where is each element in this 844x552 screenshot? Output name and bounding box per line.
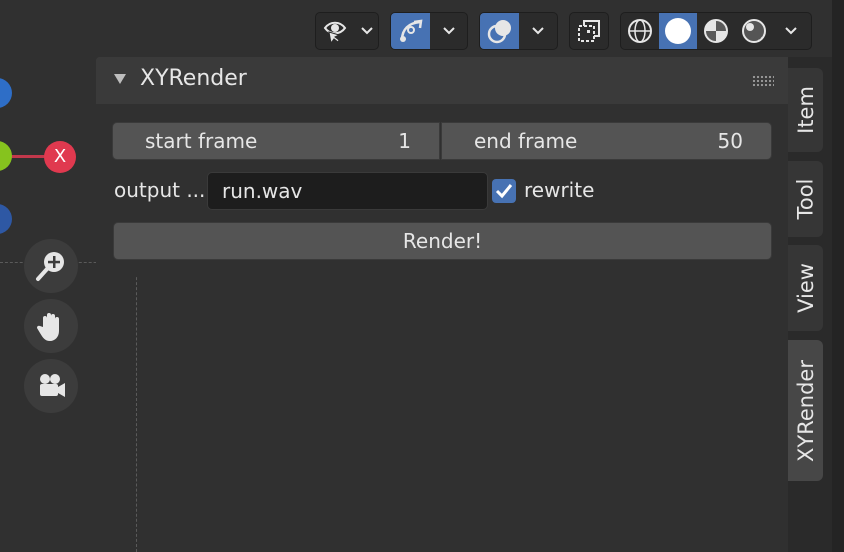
start-frame-field[interactable]: start frame 1 xyxy=(112,122,440,160)
region-edge xyxy=(832,0,844,552)
camera-frame-edge xyxy=(136,262,137,552)
camera-view-button[interactable] xyxy=(24,359,78,413)
overlay-toggle[interactable] xyxy=(479,12,558,50)
pan-button[interactable] xyxy=(24,299,78,353)
output-label: output ... xyxy=(114,178,206,202)
camera-icon xyxy=(40,374,65,397)
tab-xyrender[interactable]: XYRender xyxy=(788,340,823,481)
panel-header[interactable]: XYRender xyxy=(96,57,788,104)
material-preview-icon[interactable] xyxy=(697,13,735,49)
xray-icon xyxy=(578,20,600,42)
chevron-down-icon xyxy=(356,13,378,49)
gizmo-icon[interactable] xyxy=(391,13,430,49)
tab-tool[interactable]: Tool xyxy=(788,161,823,237)
render-button[interactable]: Render! xyxy=(113,222,772,260)
zoom-button[interactable] xyxy=(24,239,78,293)
drag-grip-icon[interactable] xyxy=(752,75,774,87)
wireframe-icon[interactable] xyxy=(621,13,659,49)
chevron-down-icon[interactable] xyxy=(430,13,467,49)
rewrite-checkbox[interactable] xyxy=(492,179,516,203)
output-path-input[interactable]: run.wav xyxy=(207,172,488,210)
checkmark-icon xyxy=(495,184,513,199)
zoom-icon xyxy=(36,252,64,281)
rendered-icon[interactable] xyxy=(735,13,773,49)
start-frame-value: 1 xyxy=(398,129,411,153)
x-axis-ball[interactable]: X xyxy=(44,141,76,173)
panel-title: XYRender xyxy=(140,66,247,91)
xray-toggle[interactable] xyxy=(569,12,609,50)
tab-item[interactable]: Item xyxy=(788,68,823,152)
chevron-down-icon[interactable] xyxy=(519,13,557,49)
solid-icon[interactable] xyxy=(659,13,697,49)
xyrender-panel: XYRender start frame 1 end frame 50 outp… xyxy=(96,57,788,276)
visibility-icon xyxy=(316,13,356,49)
tab-view[interactable]: View xyxy=(788,245,823,331)
rewrite-label[interactable]: rewrite xyxy=(524,178,594,202)
end-frame-label: end frame xyxy=(474,129,578,153)
pan-hand-icon xyxy=(36,313,59,341)
end-frame-value: 50 xyxy=(717,129,743,153)
start-frame-label: start frame xyxy=(145,129,258,153)
collapse-caret-icon[interactable] xyxy=(114,74,126,84)
chevron-down-icon[interactable] xyxy=(773,13,809,49)
shading-mode-group[interactable] xyxy=(620,12,812,50)
visibility-dropdown[interactable] xyxy=(315,12,379,50)
overlay-icon[interactable] xyxy=(480,13,519,49)
gizmo-toggle[interactable] xyxy=(390,12,468,50)
end-frame-field[interactable]: end frame 50 xyxy=(441,122,772,160)
